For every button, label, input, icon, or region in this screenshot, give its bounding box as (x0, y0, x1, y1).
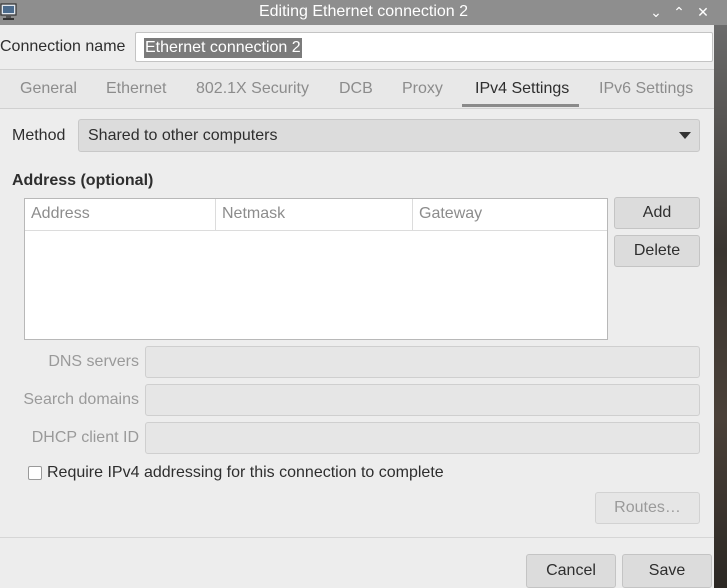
connection-name-input[interactable]: Ethernet connection 2 (135, 32, 713, 62)
routes-button[interactable]: Routes… (595, 492, 700, 524)
column-address[interactable]: Address (31, 205, 90, 223)
tab-ipv4-settings[interactable]: IPv4 Settings (475, 80, 569, 98)
method-label: Method (12, 127, 66, 144)
address-table-header: Address Netmask Gateway (25, 199, 607, 231)
require-ipv4-checkbox[interactable] (28, 466, 42, 480)
column-separator (215, 199, 216, 230)
dhcp-client-id-label: DHCP client ID (31, 429, 139, 446)
address-heading: Address (optional) (12, 172, 154, 189)
tab-bar: General Ethernet 802.1X Security DCB Pro… (0, 69, 714, 109)
tab-8021x-security[interactable]: 802.1X Security (196, 80, 309, 98)
search-domains-input[interactable] (145, 384, 700, 416)
method-dropdown[interactable]: Shared to other computers (78, 119, 700, 152)
column-gateway[interactable]: Gateway (419, 205, 482, 223)
tab-ethernet[interactable]: Ethernet (106, 80, 166, 98)
connection-name-value: Ethernet connection 2 (144, 38, 302, 58)
dns-servers-label: DNS servers (48, 353, 139, 370)
save-button[interactable]: Save (622, 554, 712, 588)
search-domains-label: Search domains (23, 391, 139, 408)
cancel-button[interactable]: Cancel (526, 554, 616, 588)
add-address-button[interactable]: Add (614, 197, 700, 229)
tab-dcb[interactable]: DCB (339, 80, 373, 98)
method-value: Shared to other computers (88, 127, 278, 144)
dns-servers-input[interactable] (145, 346, 700, 378)
tab-proxy[interactable]: Proxy (402, 80, 443, 98)
connection-editor-dialog: Connection name Ethernet connection 2 Ge… (0, 25, 714, 588)
column-netmask[interactable]: Netmask (222, 205, 285, 223)
window-title: Editing Ethernet connection 2 (258, 3, 469, 20)
maximize-icon[interactable]: ⌃ (668, 1, 690, 23)
require-ipv4-label[interactable]: Require IPv4 addressing for this connect… (47, 464, 444, 482)
close-icon[interactable]: ✕ (692, 1, 714, 23)
dropdown-arrow-icon (679, 132, 691, 139)
address-table[interactable]: Address Netmask Gateway (24, 198, 608, 340)
title-bar[interactable]: Editing Ethernet connection 2 ⌄ ⌃ ✕ (0, 0, 727, 25)
dhcp-client-id-input[interactable] (145, 422, 700, 454)
minimize-icon[interactable]: ⌄ (645, 1, 667, 23)
desktop-background (714, 25, 727, 588)
active-tab-indicator (462, 104, 579, 107)
delete-address-button[interactable]: Delete (614, 235, 700, 267)
column-separator (412, 199, 413, 230)
tab-ipv6-settings[interactable]: IPv6 Settings (599, 80, 693, 98)
connection-name-label: Connection name (0, 38, 126, 55)
tab-general[interactable]: General (20, 80, 77, 98)
footer-divider (0, 537, 714, 538)
